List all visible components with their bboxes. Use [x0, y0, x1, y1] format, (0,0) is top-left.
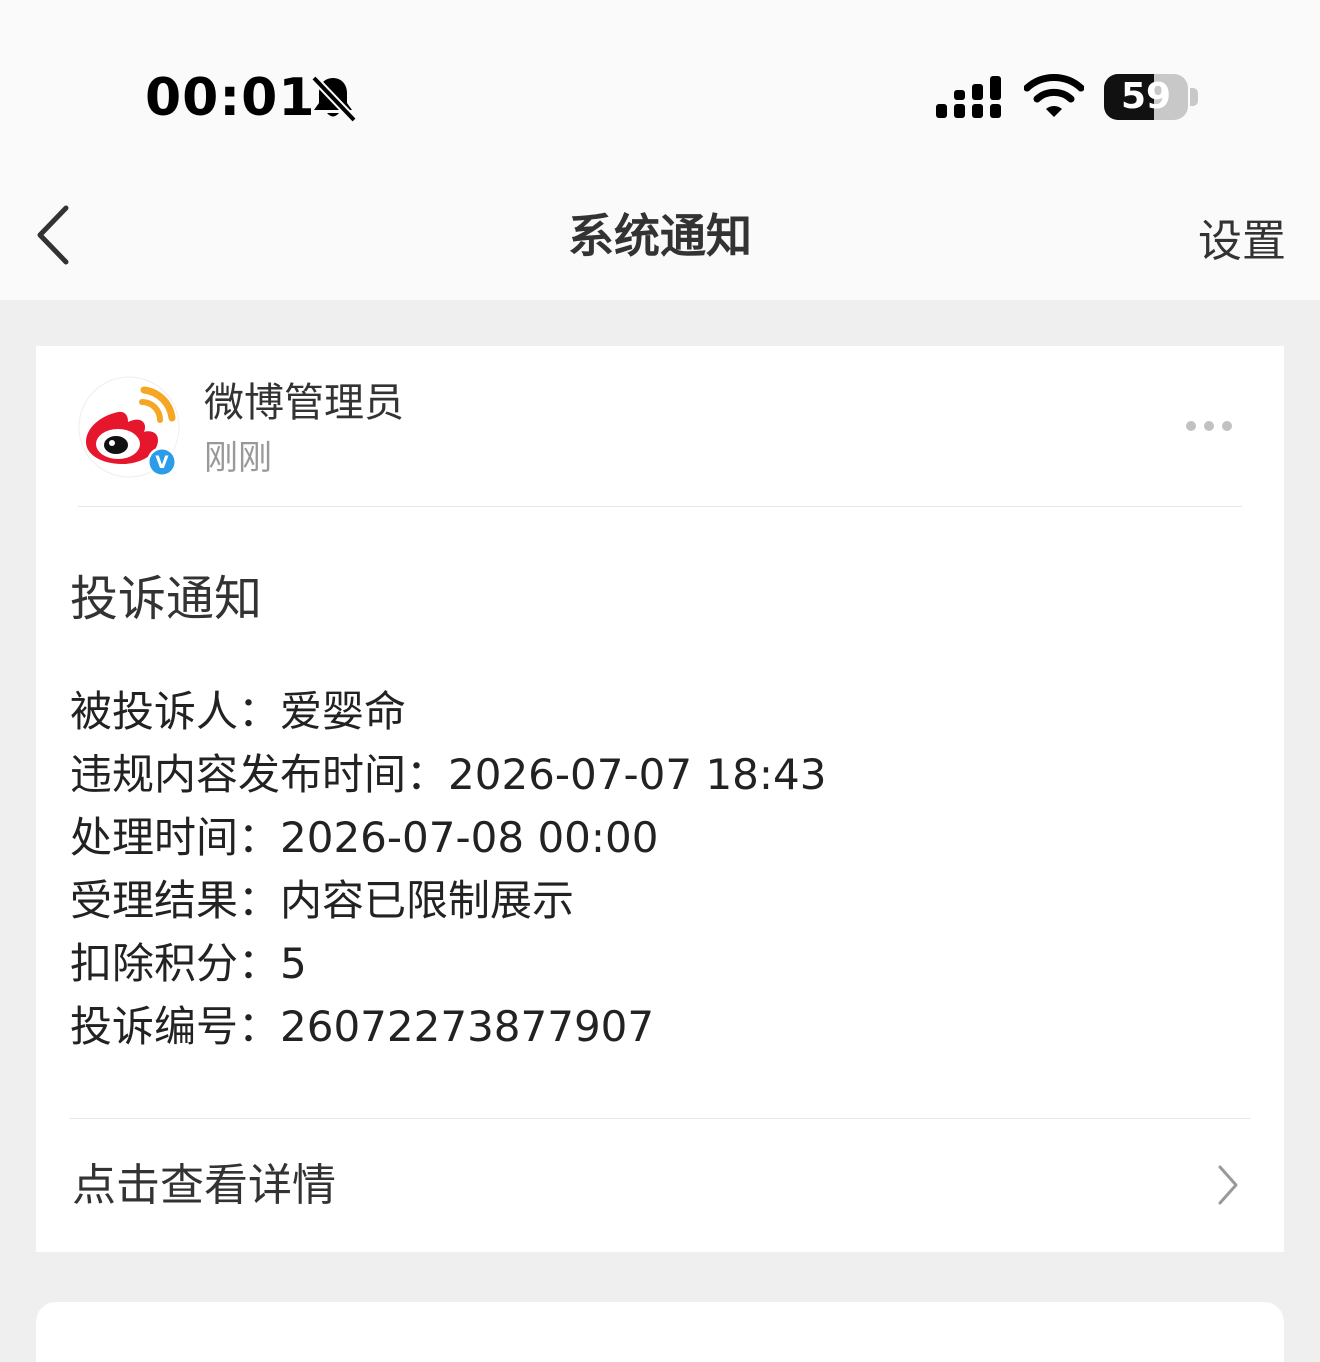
detail-value: 2026-07-07 18:43 — [448, 750, 827, 799]
detail-row-complained-user: 被投诉人：爱婴命 — [70, 680, 827, 743]
battery-icon: 59 — [1104, 74, 1188, 120]
detail-label: 投诉编号： — [70, 1002, 281, 1051]
detail-list: 被投诉人：爱婴命 违规内容发布时间：2026-07-07 18:43 处理时间：… — [70, 680, 827, 1058]
bell-slash-icon — [311, 75, 357, 122]
detail-value: 爱婴命 — [280, 687, 407, 736]
chevron-right-icon — [1218, 1165, 1238, 1205]
wifi-icon — [1024, 74, 1084, 117]
notification-card: V 微博管理员 刚刚 投诉通知 被投诉人：爱婴命 违规内容发布时间：2026-0… — [36, 346, 1284, 1252]
next-notification-card[interactable] — [36, 1302, 1284, 1362]
status-time: 00:01 — [145, 68, 316, 128]
detail-row-post-time: 违规内容发布时间：2026-07-07 18:43 — [70, 743, 827, 806]
verified-badge-label: V — [155, 453, 169, 473]
page-title: 系统通知 — [568, 209, 752, 263]
settings-button[interactable]: 设置 — [1198, 212, 1286, 272]
notice-title: 投诉通知 — [70, 571, 263, 627]
battery-cap — [1190, 88, 1198, 106]
more-dots-icon[interactable] — [1186, 416, 1246, 438]
detail-label: 处理时间： — [70, 813, 281, 862]
status-bar: 00:01 59 — [0, 0, 1320, 180]
detail-value: 26072273877907 — [280, 1002, 655, 1051]
detail-value: 5 — [280, 939, 307, 988]
detail-label: 受理结果： — [70, 876, 281, 925]
detail-value: 2026-07-08 00:00 — [280, 813, 659, 862]
cellular-signal-icon — [936, 76, 1001, 118]
detail-label: 被投诉人： — [70, 687, 281, 736]
detail-row-process-time: 处理时间：2026-07-08 00:00 — [70, 806, 827, 869]
verified-badge: V — [147, 447, 177, 477]
detail-row-result: 受理结果：内容已限制展示 — [70, 869, 827, 932]
detail-label: 违规内容发布时间： — [70, 750, 449, 799]
navigation-bar: 系统通知 设置 — [0, 180, 1320, 300]
detail-row-points-deducted: 扣除积分：5 — [70, 932, 827, 995]
view-details-label: 点击查看详情 — [72, 1160, 336, 1211]
detail-row-complaint-id: 投诉编号：26072273877907 — [70, 995, 827, 1058]
view-details-button[interactable]: 点击查看详情 — [36, 1119, 1284, 1252]
header-area: 00:01 59 系统通知 设置 — [0, 0, 1320, 300]
detail-label: 扣除积分： — [70, 939, 281, 988]
battery-level: 59 — [1120, 76, 1172, 117]
message-time: 刚刚 — [204, 438, 272, 478]
detail-value: 内容已限制展示 — [280, 876, 575, 925]
sender-name[interactable]: 微博管理员 — [204, 376, 404, 430]
divider — [78, 506, 1242, 507]
